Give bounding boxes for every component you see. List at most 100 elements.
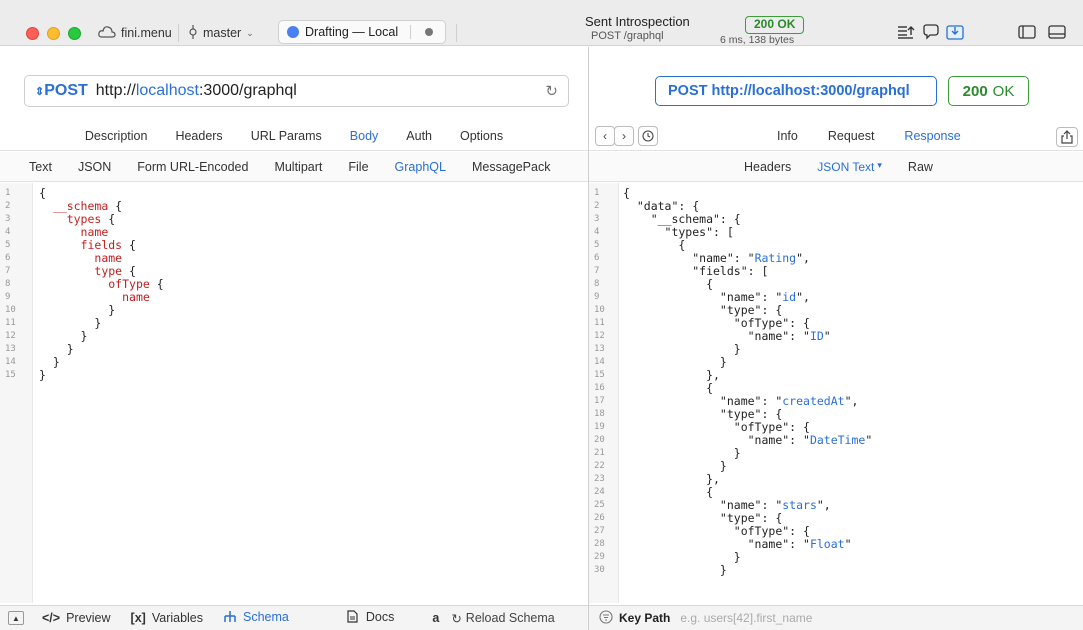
body-type-messagepack[interactable]: MessagePack	[472, 160, 551, 174]
forward-button[interactable]: ›	[614, 126, 634, 146]
line-number: 1	[594, 188, 600, 198]
line-number: 5	[5, 240, 11, 250]
json-response-viewer[interactable]: 1{2 "data": {3 "__schema": {4 "types": […	[589, 183, 1083, 603]
schema-label: Schema	[243, 610, 289, 624]
body-type-form[interactable]: Form URL-Encoded	[137, 160, 248, 174]
chevron-down-icon: ▾	[877, 159, 882, 170]
line-number: 13	[5, 344, 16, 354]
body-type-tabs: Text JSON Form URL-Encoded Multipart Fil…	[0, 152, 588, 182]
clock-icon	[642, 130, 654, 142]
close-window-button[interactable]	[26, 27, 39, 40]
graphql-bottom-bar: ▲ </> Preview [x] Variables Schema Docs a …	[0, 605, 588, 630]
key-path-label: Key Path	[619, 611, 671, 625]
project-selector[interactable]: fini.menu	[98, 20, 172, 46]
code-icon: </>	[42, 611, 61, 625]
code-text: }	[39, 368, 46, 382]
tab-body[interactable]: Body	[350, 129, 379, 143]
tab-url-params[interactable]: URL Params	[251, 129, 322, 143]
line-number: 7	[594, 266, 600, 276]
reload-schema-button[interactable]: ↻ Reload Schema	[451, 611, 554, 626]
format-headers[interactable]: Headers	[744, 160, 791, 174]
line-number: 18	[594, 409, 605, 419]
line-number: 11	[594, 318, 605, 328]
line-number: 15	[5, 370, 16, 380]
body-type-json[interactable]: JSON	[78, 160, 111, 174]
minimize-window-button[interactable]	[47, 27, 60, 40]
sort-lines-icon[interactable]	[895, 22, 917, 42]
chip-divider	[410, 25, 412, 39]
line-number: 26	[594, 513, 605, 523]
key-path-bar[interactable]: Key Path e.g. users[42].first_name	[589, 605, 1083, 630]
unsaved-dot-icon	[425, 28, 434, 36]
response-format-tabs: Headers JSON Text ▾ Raw	[589, 152, 1083, 182]
panel-bottom-icon[interactable]	[1046, 22, 1068, 42]
line-number: 12	[594, 331, 605, 341]
collapse-panel-button[interactable]: ▲	[8, 611, 24, 625]
tab-response[interactable]: Response	[904, 129, 960, 143]
body-type-text[interactable]: Text	[29, 160, 52, 174]
sidebar-left-icon[interactable]	[1016, 22, 1038, 42]
draft-status-chip[interactable]: Drafting — Local	[278, 20, 446, 44]
line-number: 6	[5, 253, 11, 263]
body-type-multipart[interactable]: Multipart	[274, 160, 322, 174]
back-button[interactable]: ‹	[595, 126, 615, 146]
preview-button[interactable]: </> Preview	[42, 611, 111, 625]
line-number: 1	[5, 188, 11, 198]
refresh-icon[interactable]: ↻	[545, 82, 558, 100]
chat-bubbles-icon[interactable]	[920, 22, 942, 42]
body-type-file[interactable]: File	[348, 160, 368, 174]
line-number: 3	[594, 214, 600, 224]
method-label: POST	[44, 82, 88, 99]
share-button[interactable]	[1056, 127, 1078, 147]
schema-button[interactable]: Schema	[223, 610, 289, 626]
tab-options[interactable]: Options	[460, 129, 503, 143]
key-path-input[interactable]: e.g. users[42].first_name	[680, 611, 812, 625]
body-type-graphql[interactable]: GraphQL	[395, 160, 446, 174]
branch-selector[interactable]: master ⌄	[188, 20, 254, 46]
request-title: Sent Introspection	[585, 14, 690, 29]
schema-tree-icon	[223, 610, 237, 626]
line-number: 27	[594, 526, 605, 536]
line-number: 9	[5, 292, 11, 302]
docs-label: Docs	[365, 610, 395, 624]
history-nav: ‹ ›	[595, 126, 658, 146]
line-number: 13	[594, 344, 605, 354]
tab-request[interactable]: Request	[828, 129, 875, 143]
tab-auth[interactable]: Auth	[406, 129, 432, 143]
format-raw[interactable]: Raw	[908, 160, 933, 174]
import-icon[interactable]	[944, 22, 966, 42]
titlebar-divider	[178, 24, 179, 42]
line-number: 11	[5, 318, 16, 328]
url-prefix: http://	[95, 82, 136, 99]
line-number: 4	[5, 227, 11, 237]
variables-button[interactable]: [x] Variables	[131, 611, 203, 625]
request-url-bar[interactable]: ⇕POST http://localhost:3000/graphql ↻	[24, 75, 569, 107]
line-number: 12	[5, 331, 16, 341]
cloud-icon	[98, 25, 116, 42]
reload-icon: ↻	[451, 611, 462, 626]
chevron-down-icon: ⌄	[246, 27, 254, 38]
line-number: 4	[594, 227, 600, 237]
format-json-text[interactable]: JSON Text ▾	[817, 160, 882, 174]
response-pane: POST http://localhost:3000/graphql 200 O…	[589, 47, 1083, 630]
request-pane: ⇕POST http://localhost:3000/graphql ↻ De…	[0, 47, 588, 630]
tab-description[interactable]: Description	[85, 129, 148, 143]
traffic-lights	[26, 27, 81, 40]
graphql-query-editor[interactable]: 1{2 __schema {3 types {4 name 5 fields {6…	[0, 183, 588, 603]
method-selector[interactable]: ⇕POST	[35, 82, 88, 100]
tab-info[interactable]: Info	[777, 129, 798, 143]
share-icon	[1061, 130, 1073, 144]
line-number: 8	[5, 279, 11, 289]
line-number: 25	[594, 500, 605, 510]
a-label: a	[432, 611, 440, 625]
line-number: 9	[594, 292, 600, 302]
reload-schema-label: Reload Schema	[465, 610, 555, 625]
docs-button[interactable]: Docs	[347, 610, 394, 626]
line-number: 16	[594, 383, 605, 393]
request-subtitle: POST /graphql	[591, 30, 664, 42]
status-badge: 200 OK	[745, 16, 805, 34]
line-number: 22	[594, 461, 605, 471]
zoom-window-button[interactable]	[68, 27, 81, 40]
history-clock-button[interactable]	[638, 126, 658, 146]
tab-headers[interactable]: Headers	[175, 129, 222, 143]
